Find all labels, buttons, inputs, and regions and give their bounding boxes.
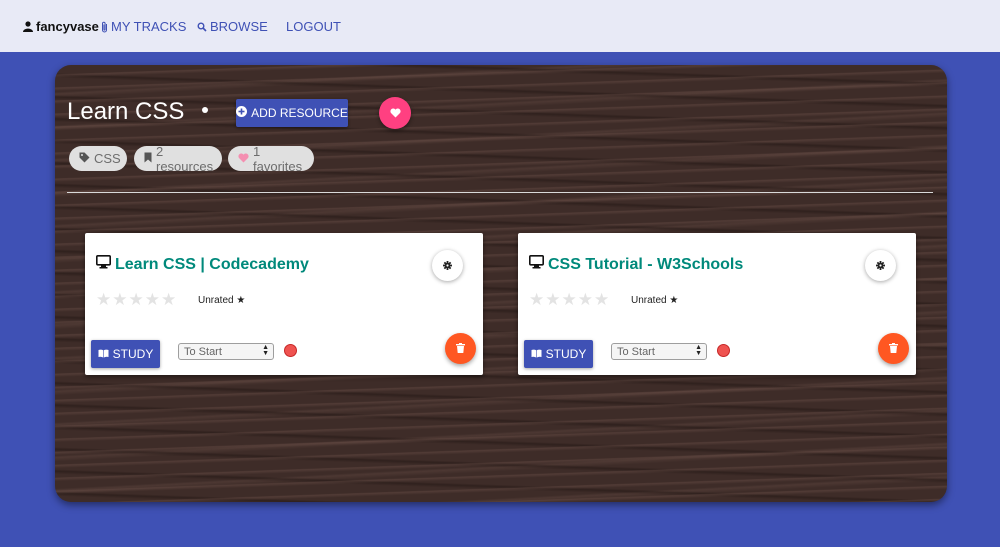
- star-rating: ★ ★ ★ ★ ★: [96, 291, 176, 308]
- track-title: Learn CSS: [67, 98, 185, 125]
- nav-browse-label: BROWSE: [210, 19, 268, 34]
- resources-count-label: 2 resources: [156, 143, 214, 174]
- study-button[interactable]: STUDY: [524, 340, 593, 368]
- star-icon[interactable]: ★: [545, 291, 560, 308]
- star-icon[interactable]: ★: [96, 291, 111, 308]
- resource-card: Learn CSS | Codecademy ★ ★ ★ ★ ★ Unrated…: [85, 233, 483, 375]
- gear-icon: [876, 258, 885, 273]
- select-arrows-icon: ▲ ▼: [262, 344, 269, 357]
- resource-card: CSS Tutorial - W3Schools ★ ★ ★ ★ ★ Unrat…: [518, 233, 916, 375]
- trash-icon: [456, 341, 465, 356]
- favorite-button[interactable]: [379, 97, 411, 129]
- resource-title-link[interactable]: CSS Tutorial - W3Schools: [529, 255, 743, 274]
- heart-icon: [238, 151, 249, 166]
- favorites-count-label: 1 favorites: [253, 143, 303, 174]
- add-resource-button[interactable]: ADD RESOURCE: [236, 99, 348, 127]
- resources-count-chip: 2 resources: [134, 143, 222, 174]
- study-label: STUDY: [112, 347, 154, 361]
- resource-title: Learn CSS | Codecademy: [115, 255, 309, 273]
- status-select-value: To Start: [617, 345, 655, 358]
- status-select-value: To Start: [184, 345, 222, 358]
- nav-browse[interactable]: BROWSE: [197, 19, 268, 34]
- top-navbar: fancyvase MY TRACKS BROWSE LOGOUT: [0, 0, 1000, 52]
- study-label: STUDY: [545, 347, 587, 361]
- star-icon[interactable]: ★: [594, 291, 609, 308]
- track-panel: Learn CSS ADD RESOURCE CSS 2 resources 1…: [55, 65, 947, 502]
- user-icon: [23, 21, 33, 32]
- rating-label: Unrated ★: [198, 295, 246, 306]
- monitor-icon: [529, 255, 544, 274]
- tag-icon: [79, 151, 90, 166]
- title-separator-dot: [202, 107, 208, 113]
- tag-chip-label: CSS: [94, 151, 121, 166]
- status-indicator-dot: [284, 344, 297, 357]
- nav-logout[interactable]: LOGOUT: [286, 19, 341, 34]
- status-indicator-dot: [717, 344, 730, 357]
- star-icon[interactable]: ★: [578, 291, 593, 308]
- star-icon[interactable]: ★: [145, 291, 160, 308]
- gear-icon: [443, 258, 452, 273]
- resource-title-link[interactable]: Learn CSS | Codecademy: [96, 255, 309, 274]
- star-icon[interactable]: ★: [112, 291, 127, 308]
- nav-my-tracks-label: MY TRACKS: [111, 19, 187, 34]
- add-resource-label: ADD RESOURCE: [251, 106, 348, 120]
- select-arrows-icon: ▲ ▼: [695, 344, 702, 357]
- tag-chip[interactable]: CSS: [69, 146, 127, 171]
- status-select[interactable]: To Start ▲ ▼: [178, 343, 274, 360]
- star-icon[interactable]: ★: [529, 291, 544, 308]
- rating-label: Unrated ★: [631, 295, 679, 306]
- nav-user[interactable]: fancyvase: [23, 19, 99, 34]
- paperclip-icon: [101, 21, 108, 33]
- study-button[interactable]: STUDY: [91, 340, 160, 368]
- resource-title: CSS Tutorial - W3Schools: [548, 255, 744, 273]
- monitor-icon: [96, 255, 111, 274]
- nav-my-tracks[interactable]: MY TRACKS: [101, 19, 186, 34]
- resource-settings-button[interactable]: [432, 250, 463, 281]
- delete-resource-button[interactable]: [445, 333, 476, 364]
- favorites-count-chip: 1 favorites: [228, 143, 314, 174]
- divider: [67, 192, 933, 193]
- heart-icon: [389, 106, 401, 121]
- star-rating: ★ ★ ★ ★ ★: [529, 291, 609, 308]
- book-icon: [98, 347, 109, 361]
- plus-circle-icon: [236, 106, 248, 120]
- nav-username: fancyvase: [36, 19, 99, 34]
- star-icon[interactable]: ★: [161, 291, 176, 308]
- search-icon: [197, 22, 207, 32]
- nav-logout-label: LOGOUT: [286, 19, 341, 34]
- resource-settings-button[interactable]: [865, 250, 896, 281]
- star-icon[interactable]: ★: [562, 291, 577, 308]
- book-icon: [531, 347, 542, 361]
- star-icon[interactable]: ★: [129, 291, 144, 308]
- status-select[interactable]: To Start ▲ ▼: [611, 343, 707, 360]
- trash-icon: [889, 341, 898, 356]
- bookmark-icon: [144, 151, 152, 166]
- delete-resource-button[interactable]: [878, 333, 909, 364]
